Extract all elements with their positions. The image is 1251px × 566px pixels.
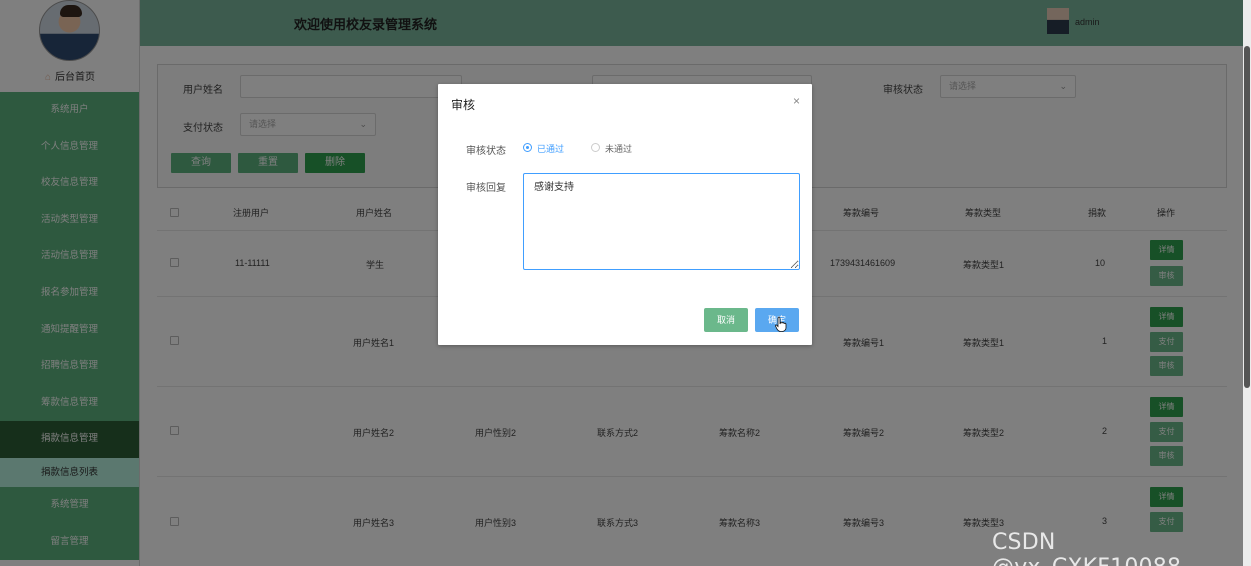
hand-cursor-icon [775, 316, 787, 332]
watermark: CSDN @vx_CXKF10088 [992, 530, 1181, 566]
radio-rejected[interactable] [591, 143, 600, 152]
reply-textarea[interactable]: 感谢支持 [523, 173, 800, 270]
page-scrollbar[interactable] [1243, 0, 1251, 566]
close-icon[interactable]: × [793, 94, 800, 108]
audit-status-label: 审核状态 [466, 146, 506, 157]
radio-approved[interactable] [523, 143, 532, 152]
dialog-title: 审核 [451, 98, 476, 112]
radio-approved-label[interactable]: 已通过 [537, 142, 564, 155]
audit-dialog: 审核 × 审核状态 已通过 未通过 审核回复 感谢支持 取消 确定 [438, 84, 812, 345]
reply-label: 审核回复 [466, 183, 506, 194]
radio-rejected-label[interactable]: 未通过 [605, 142, 632, 155]
scrollbar-thumb[interactable] [1244, 46, 1250, 388]
cancel-button[interactable]: 取消 [704, 308, 748, 332]
